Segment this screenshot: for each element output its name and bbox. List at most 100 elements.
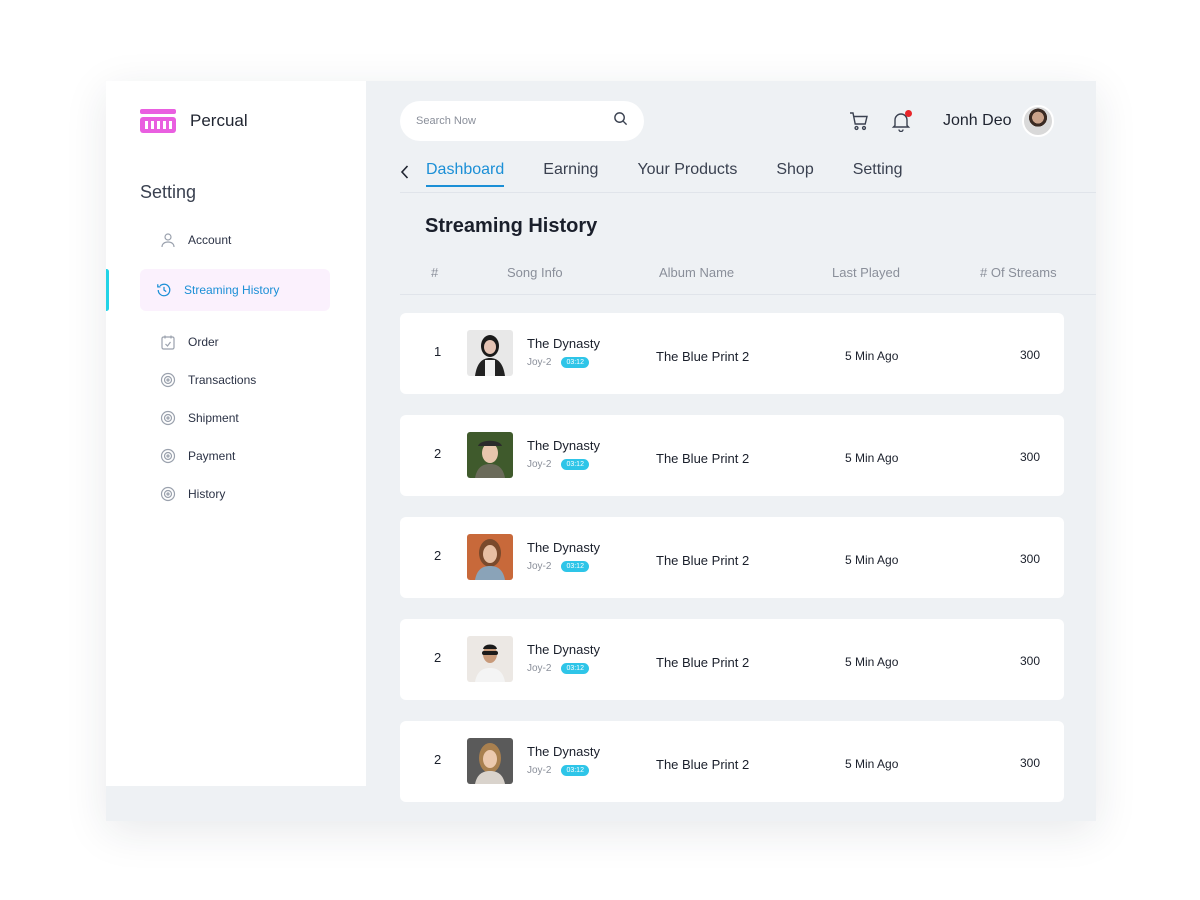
brand-name: Percual — [190, 111, 248, 130]
brand[interactable]: Percual — [140, 107, 248, 135]
song-meta: Joy-2 03:12 — [527, 357, 589, 368]
album-art-image — [467, 738, 513, 784]
last-played: 5 Min Ago — [845, 553, 899, 567]
duration-badge: 03:12 — [561, 561, 589, 572]
song-artist: Joy-2 — [527, 459, 552, 470]
sidebar: Percual Setting Account Streaming Histor… — [106, 81, 366, 786]
sidebar-item-history[interactable]: History — [140, 475, 340, 513]
row-number: 2 — [434, 752, 442, 767]
song-title: The Dynasty — [527, 642, 600, 657]
main-content: Jonh Deo Dashboard Earning Your Products… — [366, 81, 1096, 821]
transactions-icon — [160, 372, 176, 388]
duration-badge: 03:12 — [561, 357, 589, 368]
sidebar-item-streaming-history[interactable]: Streaming History — [140, 269, 330, 311]
song-meta: Joy-2 03:12 — [527, 561, 589, 572]
tab-your-products[interactable]: Your Products — [637, 161, 737, 187]
song-meta: Joy-2 03:12 — [527, 765, 589, 776]
search-box[interactable] — [400, 101, 644, 141]
album-name: The Blue Print 2 — [656, 553, 750, 568]
column-header-song-info: Song Info — [507, 265, 563, 280]
avatar[interactable] — [1021, 105, 1054, 137]
song-artist: Joy-2 — [527, 663, 552, 674]
stream-count: 300 — [1020, 654, 1041, 668]
last-played: 5 Min Ago — [845, 349, 899, 363]
sidebar-item-transactions[interactable]: Transactions — [140, 361, 340, 399]
user-menu[interactable]: Jonh Deo — [943, 105, 1054, 137]
header-actions — [848, 110, 912, 133]
notification-dot — [905, 110, 912, 117]
duration-badge: 03:12 — [561, 663, 589, 674]
stream-count: 300 — [1020, 756, 1041, 770]
row-number: 1 — [434, 344, 442, 359]
sidebar-item-label: Transactions — [188, 373, 257, 387]
table-row[interactable]: 2 The Dynasty Joy-2 03:12 The Blue Print… — [400, 517, 1064, 598]
album-art-image — [467, 432, 513, 478]
table-body: 1 The Dynasty Joy-2 03:12 The Blue Print… — [400, 313, 1064, 821]
tab-dashboard[interactable]: Dashboard — [426, 161, 505, 187]
table-row[interactable]: 2 The Dynasty Joy-2 03:12 The Blue Print… — [400, 619, 1064, 700]
sidebar-item-label: History — [188, 487, 226, 501]
sidebar-item-order[interactable]: Order — [140, 323, 340, 361]
row-number: 2 — [434, 548, 442, 563]
song-artist: Joy-2 — [527, 561, 552, 572]
order-icon — [160, 334, 176, 350]
last-played: 5 Min Ago — [845, 757, 899, 771]
album-name: The Blue Print 2 — [656, 757, 750, 772]
song-title: The Dynasty — [527, 744, 600, 759]
song-title: The Dynasty — [527, 336, 600, 351]
search-input[interactable] — [416, 115, 586, 127]
cart-icon[interactable] — [848, 110, 870, 132]
duration-badge: 03:12 — [561, 459, 589, 470]
user-name: Jonh Deo — [943, 112, 1012, 129]
album-name: The Blue Print 2 — [656, 451, 750, 466]
song-artist: Joy-2 — [527, 765, 552, 776]
last-played: 5 Min Ago — [845, 655, 899, 669]
active-indicator — [106, 269, 109, 311]
sidebar-item-label: Payment — [188, 449, 236, 463]
song-title: The Dynasty — [527, 540, 600, 555]
table-row[interactable]: 1 The Dynasty Joy-2 03:12 The Blue Print… — [400, 313, 1064, 394]
song-meta: Joy-2 03:12 — [527, 459, 589, 470]
duration-badge: 03:12 — [561, 765, 589, 776]
shipment-icon — [160, 410, 176, 426]
table-header: # Song Info Album Name Last Played # Of … — [400, 261, 1096, 295]
row-number: 2 — [434, 446, 442, 461]
album-art-image — [467, 636, 513, 682]
chevron-left-icon[interactable] — [400, 161, 424, 183]
stream-count: 300 — [1020, 450, 1041, 464]
tab-shop[interactable]: Shop — [776, 161, 813, 187]
sidebar-item-shipment[interactable]: Shipment — [140, 399, 340, 437]
stream-count: 300 — [1020, 348, 1041, 362]
album-name: The Blue Print 2 — [656, 349, 750, 364]
song-meta: Joy-2 03:12 — [527, 663, 589, 674]
last-played: 5 Min Ago — [845, 451, 899, 465]
tab-bar: Dashboard Earning Your Products Shop Set… — [400, 161, 1096, 193]
sidebar-section-title: Setting — [140, 182, 197, 202]
payment-icon — [160, 448, 176, 464]
sidebar-item-label: Account — [188, 233, 232, 247]
sidebar-item-label: Streaming History — [184, 283, 280, 297]
row-number: 2 — [434, 650, 442, 665]
column-header-number: # — [431, 265, 439, 280]
sidebar-item-label: Shipment — [188, 411, 239, 425]
sidebar-item-label: Order — [188, 335, 219, 349]
app-window: Percual Setting Account Streaming Histor… — [106, 81, 1096, 821]
sidebar-item-account[interactable]: Account — [140, 221, 340, 259]
bell-icon[interactable] — [890, 110, 912, 133]
brand-logo-icon — [140, 107, 176, 135]
column-header-album-name: Album Name — [659, 265, 735, 280]
album-name: The Blue Print 2 — [656, 655, 750, 670]
sidebar-nav: Account Streaming History Order Transact… — [140, 221, 340, 513]
column-header-last-played: Last Played — [832, 265, 900, 280]
album-art-image — [467, 534, 513, 580]
tab-earning[interactable]: Earning — [543, 161, 598, 187]
search-icon[interactable] — [613, 111, 628, 131]
history-icon — [156, 282, 172, 298]
tab-setting[interactable]: Setting — [853, 161, 903, 187]
sidebar-item-payment[interactable]: Payment — [140, 437, 340, 475]
table-row[interactable]: 2 The Dynasty Joy-2 03:12 The Blue Print… — [400, 721, 1064, 802]
user-icon — [160, 232, 176, 248]
song-title: The Dynasty — [527, 438, 600, 453]
history-list-icon — [160, 486, 176, 502]
table-row[interactable]: 2 The Dynasty Joy-2 03:12 The Blue Print… — [400, 415, 1064, 496]
